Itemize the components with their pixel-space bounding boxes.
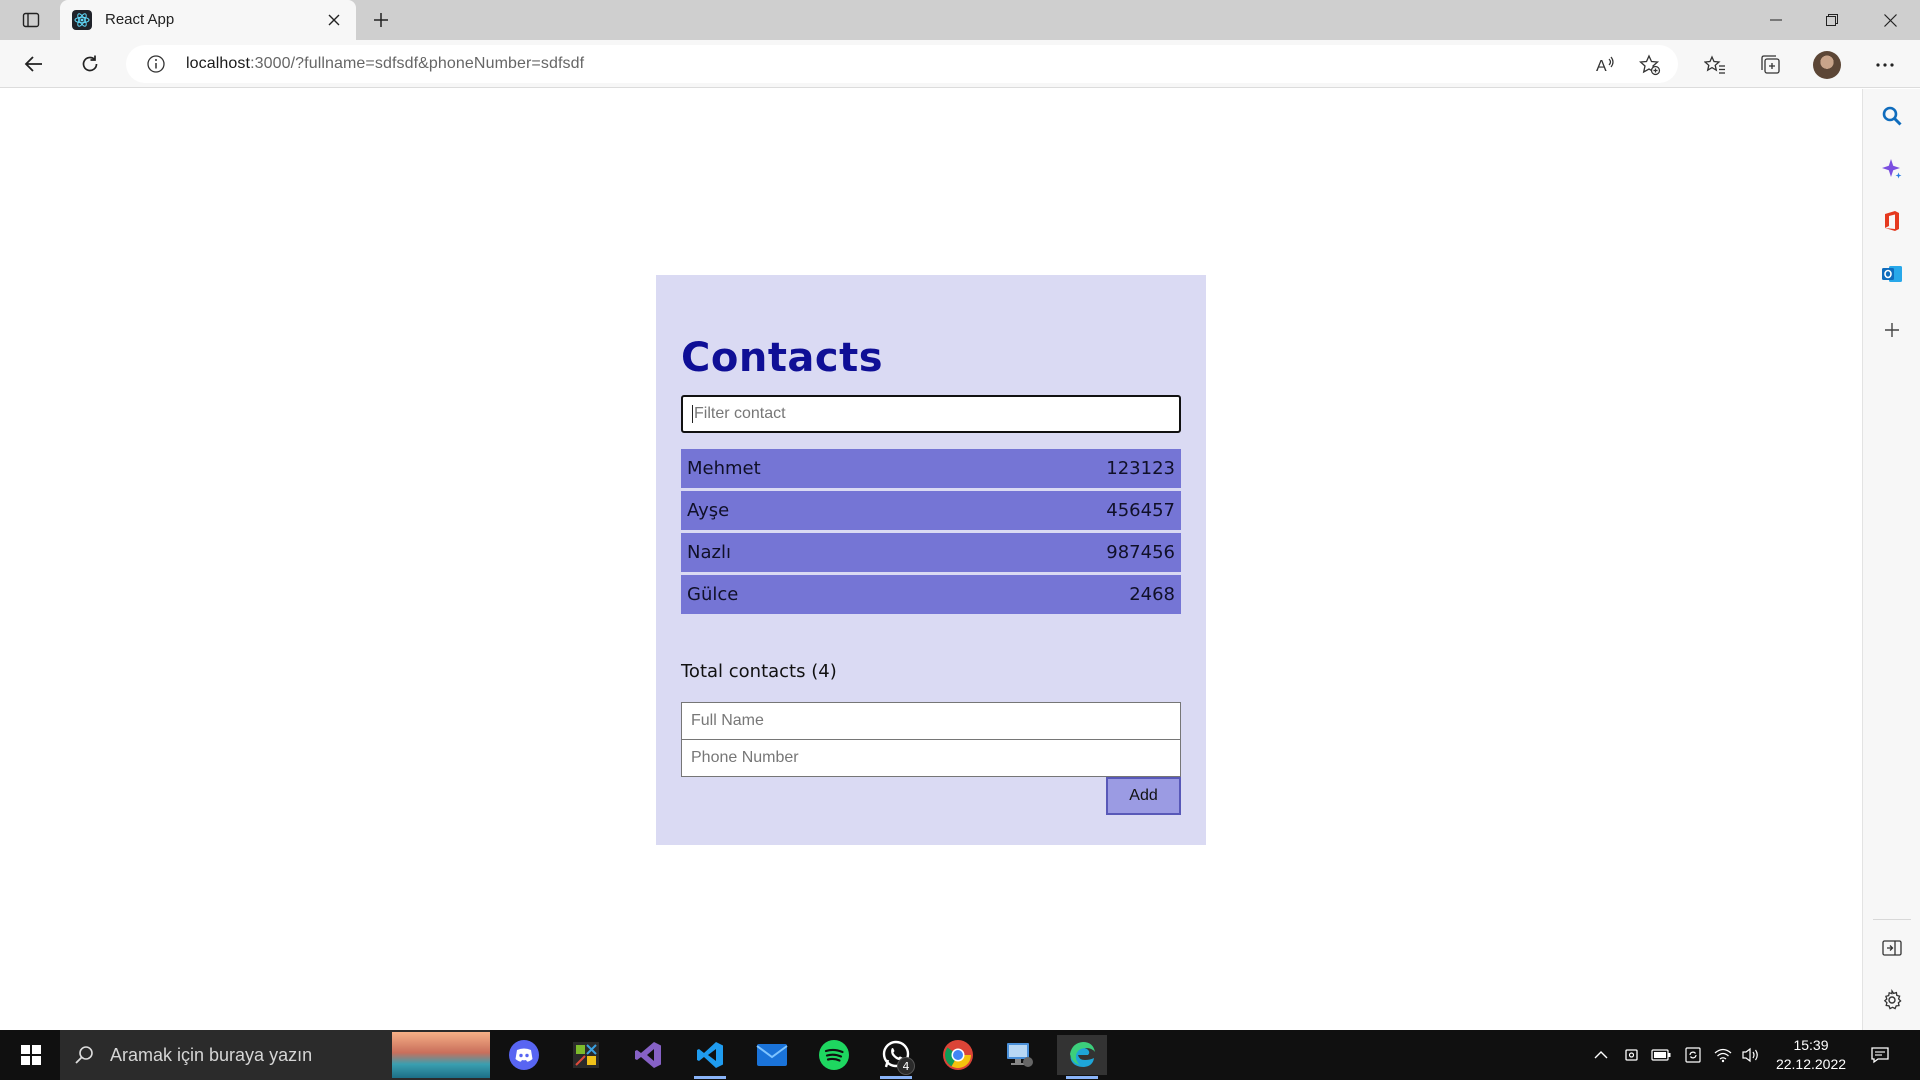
add-button[interactable]: Add — [1106, 777, 1181, 815]
browser-tab[interactable]: React App — [60, 0, 356, 40]
url-text: localhost:3000/?fullname=sdfsdf&phoneNum… — [186, 55, 584, 73]
collections-icon[interactable] — [1756, 50, 1786, 80]
contact-phone: 987456 — [1106, 542, 1175, 563]
wifi-icon[interactable] — [1713, 1045, 1733, 1065]
whatsapp-badge: 4 — [897, 1057, 915, 1075]
filter-placeholder: Filter contact — [694, 405, 786, 422]
mail-icon[interactable] — [747, 1035, 797, 1075]
page-viewport: Contacts Filter contact Mehmet 123123 Ay… — [0, 89, 1862, 1030]
windows-taskbar: Aramak için buraya yazın 4 15:39 22.12.2… — [0, 1030, 1920, 1080]
refresh-icon[interactable] — [74, 48, 106, 80]
copilot-icon[interactable] — [1879, 156, 1905, 182]
more-options-icon[interactable] — [1870, 50, 1900, 80]
contacts-card: Contacts Filter contact Mehmet 123123 Ay… — [656, 275, 1206, 845]
favorites-icon[interactable] — [1700, 50, 1730, 80]
spotify-icon[interactable] — [809, 1035, 859, 1075]
page-title: Contacts — [681, 335, 884, 381]
meet-camera-icon[interactable] — [1623, 1045, 1643, 1065]
outlook-icon[interactable] — [1879, 261, 1905, 287]
restore-icon[interactable] — [1804, 0, 1860, 40]
browser-toolbar: localhost:3000/?fullname=sdfsdf&phoneNum… — [0, 40, 1920, 88]
minimize-icon[interactable] — [1748, 0, 1804, 40]
chrome-icon[interactable] — [933, 1035, 983, 1075]
taskbar-search-icon — [74, 1044, 96, 1066]
green-app-icon[interactable] — [561, 1035, 611, 1075]
url-host: localhost — [186, 55, 251, 72]
phone-number-input[interactable]: Phone Number — [681, 739, 1181, 777]
add-icon[interactable] — [1879, 317, 1905, 343]
contact-phone: 123123 — [1106, 458, 1175, 479]
total-contacts-label: Total contacts (4) — [681, 661, 837, 682]
url-path: :3000/?fullname=sdfsdf&phoneNumber=sdfsd… — [250, 55, 585, 72]
contact-phone: 456457 — [1106, 500, 1175, 521]
close-window-icon[interactable] — [1862, 0, 1918, 40]
browser-titlebar: React App — [0, 0, 1920, 40]
contact-row: Nazlı 987456 — [681, 533, 1181, 572]
search-highlight-image — [392, 1032, 490, 1078]
new-tab-icon[interactable] — [366, 6, 396, 34]
phone-number-placeholder: Phone Number — [691, 749, 799, 766]
add-favorite-icon[interactable] — [1638, 53, 1662, 77]
remote-desktop-icon[interactable] — [995, 1035, 1045, 1075]
visual-studio-icon[interactable] — [623, 1035, 673, 1075]
taskbar-search-box[interactable]: Aramak için buraya yazın — [60, 1030, 490, 1080]
taskbar-search-placeholder: Aramak için buraya yazın — [110, 1045, 313, 1065]
sync-icon[interactable] — [1683, 1045, 1703, 1065]
office-icon[interactable] — [1879, 208, 1905, 234]
text-caret — [692, 405, 693, 423]
contact-phone: 2468 — [1129, 584, 1175, 605]
battery-icon[interactable] — [1651, 1045, 1671, 1065]
react-favicon-icon — [72, 10, 92, 30]
contact-name: Mehmet — [687, 458, 761, 479]
svg-text:A: A — [1596, 58, 1607, 75]
filter-contact-input[interactable]: Filter contact — [681, 395, 1181, 433]
tab-actions-icon[interactable] — [14, 6, 48, 34]
contact-name: Ayşe — [687, 500, 730, 521]
site-info-icon[interactable] — [146, 54, 166, 74]
contact-row: Mehmet 123123 — [681, 449, 1181, 488]
taskbar-clock[interactable]: 15:39 22.12.2022 — [1771, 1036, 1851, 1074]
contact-row: Gülce 2468 — [681, 575, 1181, 614]
vscode-icon[interactable] — [685, 1035, 735, 1079]
hide-sidebar-icon[interactable] — [1879, 935, 1905, 961]
edge-icon[interactable] — [1057, 1035, 1107, 1079]
contact-name: Gülce — [687, 584, 739, 605]
whatsapp-icon[interactable]: 4 — [871, 1035, 921, 1079]
profile-avatar[interactable] — [1813, 51, 1841, 79]
tab-close-icon[interactable] — [322, 8, 346, 32]
discord-icon[interactable] — [499, 1035, 549, 1075]
full-name-input[interactable]: Full Name — [681, 702, 1181, 740]
chevron-up-icon[interactable] — [1591, 1045, 1611, 1065]
address-bar[interactable]: localhost:3000/?fullname=sdfsdf&phoneNum… — [126, 45, 1678, 83]
tab-title: React App — [105, 11, 175, 28]
volume-icon[interactable] — [1741, 1045, 1761, 1065]
contact-row: Ayşe 456457 — [681, 491, 1181, 530]
clock-time: 15:39 — [1793, 1037, 1829, 1053]
back-icon[interactable] — [18, 48, 50, 80]
full-name-placeholder: Full Name — [691, 712, 764, 729]
clock-date: 22.12.2022 — [1775, 1056, 1847, 1072]
sidebar-divider — [1873, 919, 1911, 920]
contact-name: Nazlı — [687, 542, 731, 563]
read-aloud-icon[interactable]: A — [1594, 53, 1618, 77]
notification-icon[interactable] — [1870, 1045, 1890, 1065]
search-icon[interactable] — [1879, 103, 1905, 129]
edge-sidebar — [1862, 89, 1920, 1030]
windows-start-icon[interactable] — [10, 1038, 52, 1072]
settings-icon[interactable] — [1879, 987, 1905, 1013]
